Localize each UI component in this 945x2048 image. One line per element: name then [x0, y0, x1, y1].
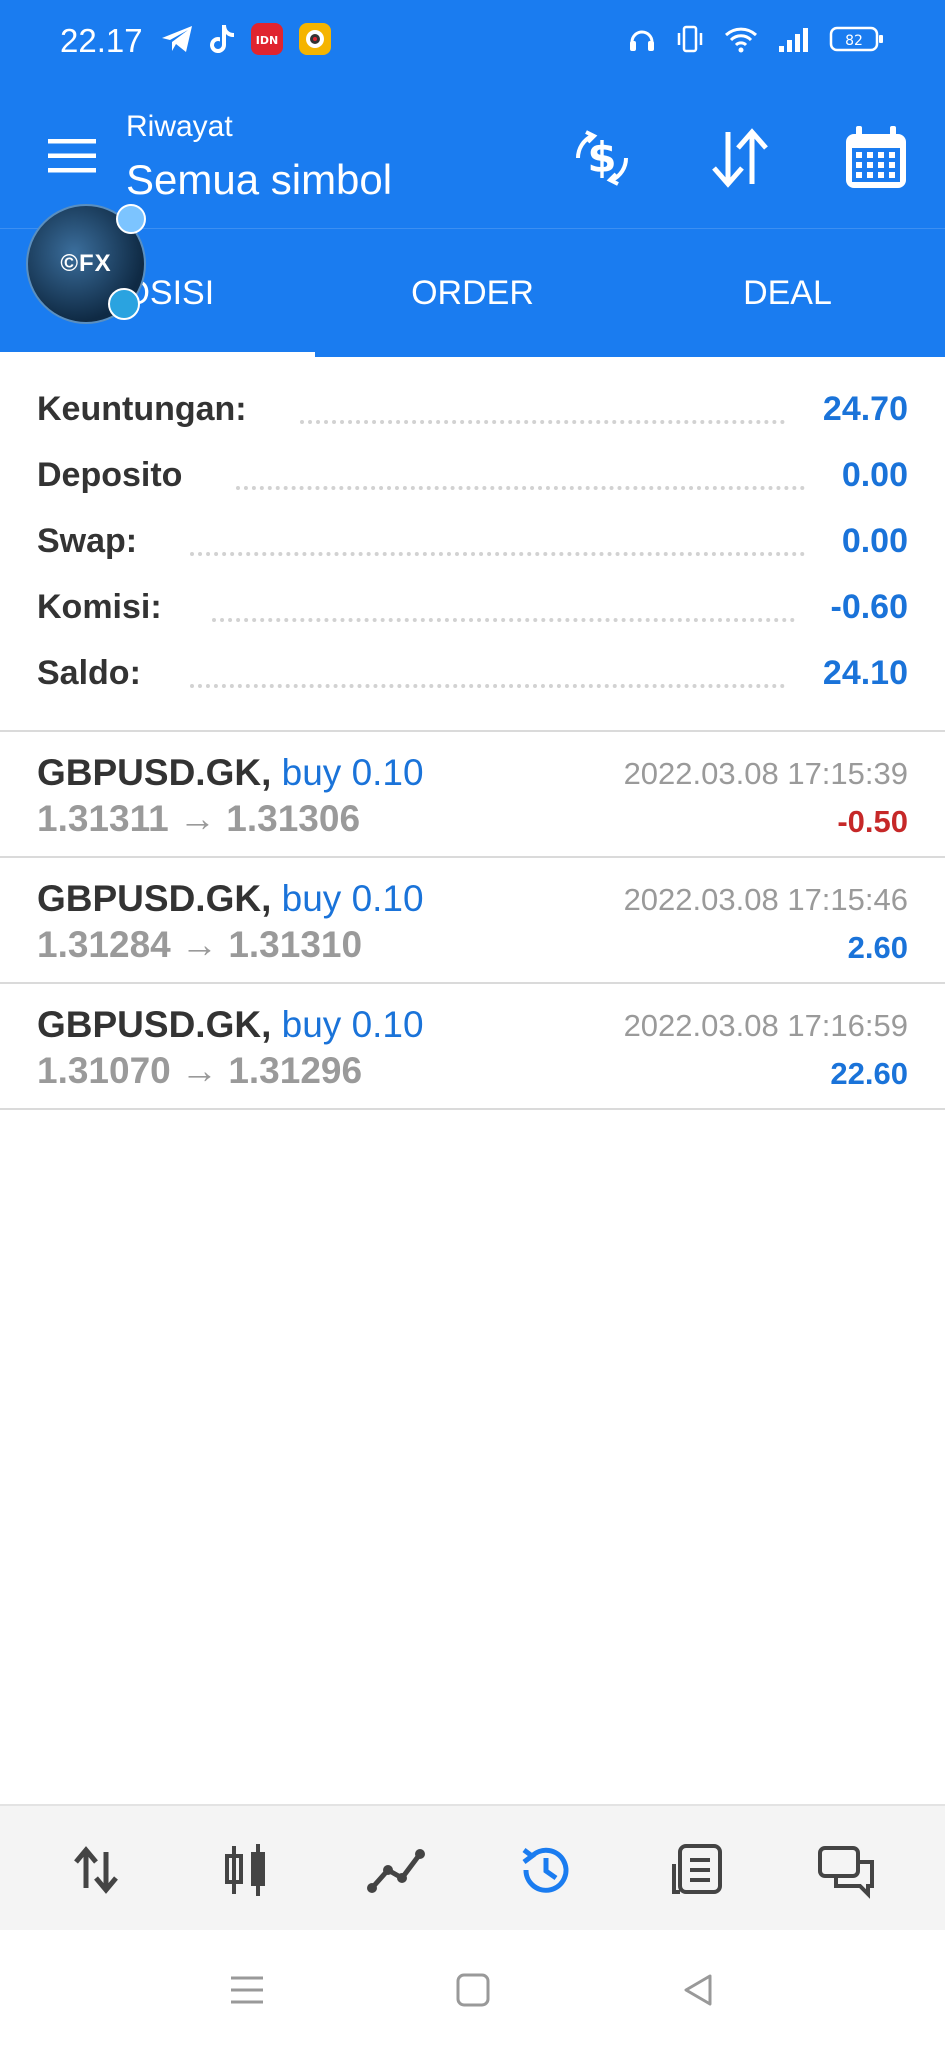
status-bar: 22.17 IDN 82: [0, 0, 945, 84]
deal-side: buy 0.10: [281, 878, 424, 919]
sort-icon[interactable]: [706, 124, 774, 192]
avatar-logo-text: ©FX: [60, 250, 112, 277]
deal-time: 2022.03.08 17:15:46: [623, 882, 908, 917]
system-navigation-bar: [0, 1930, 945, 2048]
deal-time: 2022.03.08 17:15:39: [623, 756, 908, 791]
active-tab-indicator: [0, 352, 315, 357]
summary-value: 0.00: [841, 522, 908, 560]
deal-symbol-line: GBPUSD.GK, buy 0.10: [37, 1004, 424, 1046]
summary-label: Komisi:: [37, 588, 162, 626]
battery-icon: 82: [829, 26, 883, 52]
app-bar: Riwayat Semua simbol $: [0, 84, 945, 228]
signal-icon: [779, 28, 808, 52]
summary-value: 24.10: [822, 654, 908, 692]
news-icon[interactable]: [666, 1840, 726, 1900]
page-subtitle: Riwayat: [126, 110, 233, 143]
deal-close-price: 1.31310: [228, 924, 363, 965]
status-time: 22.17: [60, 22, 143, 59]
deal-open-price: 1.31311: [37, 798, 169, 839]
recent-apps-icon[interactable]: [227, 1970, 267, 2010]
tab-order[interactable]: ORDER: [315, 229, 630, 357]
deal-profit: 2.60: [847, 930, 908, 965]
summary-label: Keuntungan:: [37, 390, 247, 428]
dot-leader: [190, 548, 805, 556]
deal-time: 2022.03.08 17:16:59: [623, 1008, 908, 1043]
arrow-icon: →: [181, 1050, 219, 1091]
camera-app-icon: [299, 23, 331, 55]
page-title[interactable]: Semua simbol: [126, 156, 392, 204]
wifi-icon: [724, 27, 758, 53]
messages-icon[interactable]: [816, 1840, 876, 1900]
deal-close-price: 1.31306: [226, 798, 361, 839]
deal-symbol: GBPUSD.GK,: [37, 878, 272, 919]
bottom-navigation: [0, 1804, 945, 1932]
deal-profit: -0.50: [837, 804, 908, 839]
history-icon[interactable]: [516, 1840, 576, 1900]
chart-icon[interactable]: [216, 1840, 276, 1900]
vibrate-icon: [677, 25, 703, 53]
deal-symbol: GBPUSD.GK,: [37, 752, 272, 793]
dot-leader: [190, 680, 785, 688]
summary-panel: Keuntungan: 24.70 Deposito 0.00 Swap: 0.…: [0, 380, 945, 710]
summary-value: 24.70: [822, 390, 908, 428]
deal-prices: 1.31284 → 1.31310: [37, 924, 362, 966]
deal-symbol: GBPUSD.GK,: [37, 1004, 272, 1045]
deal-open-price: 1.31070: [37, 1050, 171, 1091]
summary-label: Swap:: [37, 522, 138, 560]
summary-value: -0.60: [830, 588, 909, 626]
divider: [0, 1108, 945, 1110]
dot-leader: [236, 482, 805, 490]
arrow-icon: →: [179, 798, 216, 839]
back-icon[interactable]: [678, 1970, 718, 2010]
deal-row[interactable]: GBPUSD.GK, buy 0.10 1.31284 → 1.31310 20…: [0, 858, 945, 983]
avatar-status-dot: [116, 204, 146, 234]
summary-row-saldo: Saldo: 24.10: [0, 644, 945, 710]
telegram-icon: [162, 26, 192, 52]
deal-close-price: 1.31296: [228, 1050, 363, 1091]
currency-exchange-icon[interactable]: $: [568, 124, 636, 192]
trade-icon[interactable]: [366, 1840, 426, 1900]
deal-prices: 1.31070 → 1.31296: [37, 1050, 362, 1092]
summary-row-keuntungan: Keuntungan: 24.70: [0, 380, 945, 446]
summary-row-deposito: Deposito 0.00: [0, 446, 945, 512]
menu-icon[interactable]: [46, 136, 98, 176]
deal-open-price: 1.31284: [37, 924, 171, 965]
tiktok-icon: [210, 25, 234, 54]
deal-row[interactable]: GBPUSD.GK, buy 0.10 1.31311 → 1.31306 20…: [0, 732, 945, 857]
tab-label: ORDER: [411, 273, 534, 312]
summary-value: 0.00: [841, 456, 908, 494]
quotes-icon[interactable]: [66, 1840, 126, 1900]
summary-label: Saldo:: [37, 654, 141, 692]
summary-row-swap: Swap: 0.00: [0, 512, 945, 578]
deal-side: buy 0.10: [281, 1004, 424, 1045]
idn-app-icon: IDN: [251, 23, 283, 55]
dot-leader: [212, 614, 795, 622]
arrow-icon: →: [181, 924, 219, 965]
deal-symbol-line: GBPUSD.GK, buy 0.10: [37, 878, 424, 920]
telegram-badge-icon: [108, 288, 140, 320]
svg-text:IDN: IDN: [256, 34, 278, 47]
tab-deal[interactable]: DEAL: [630, 229, 945, 357]
deal-prices: 1.31311 → 1.31306: [37, 798, 360, 840]
status-notification-icons: IDN: [160, 22, 332, 56]
dot-leader: [300, 416, 785, 424]
home-icon[interactable]: [453, 1970, 493, 2010]
deal-row[interactable]: GBPUSD.GK, buy 0.10 1.31070 → 1.31296 20…: [0, 984, 945, 1109]
summary-label: Deposito: [37, 456, 183, 494]
deal-side: buy 0.10: [281, 752, 424, 793]
calendar-icon[interactable]: [842, 124, 910, 192]
summary-row-komisi: Komisi: -0.60: [0, 578, 945, 644]
status-system-icons: 82: [627, 24, 885, 54]
tab-label: DEAL: [743, 273, 832, 312]
headset-icon: [630, 30, 654, 51]
deal-profit: 22.60: [830, 1056, 908, 1091]
battery-level: 82: [845, 33, 863, 49]
deal-symbol-line: GBPUSD.GK, buy 0.10: [37, 752, 424, 794]
